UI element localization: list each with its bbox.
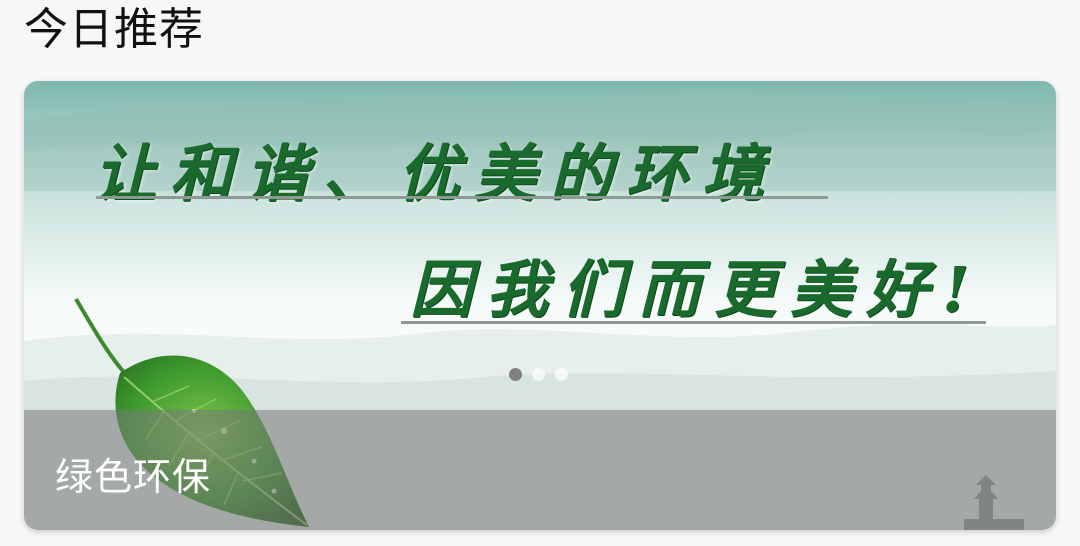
recommendation-banner-card[interactable]: 让和谐、优美的环境 因我们而更美好! 绿色环保 [24, 81, 1056, 530]
banner-slogan-line1: 让和谐、优美的环境 [94, 137, 779, 210]
carousel-dot-3[interactable] [555, 368, 568, 381]
slogan-underline-1 [96, 196, 828, 199]
carousel-dot-1[interactable] [509, 368, 522, 381]
slogan-underline-2 [401, 321, 986, 324]
banner-slogan-line2: 因我们而更美好! [410, 253, 984, 326]
carousel-dot-2[interactable] [532, 368, 545, 381]
section-title: 今日推荐 [24, 4, 204, 55]
banner-caption: 绿色环保 [55, 455, 212, 499]
carousel-indicator [509, 368, 568, 381]
